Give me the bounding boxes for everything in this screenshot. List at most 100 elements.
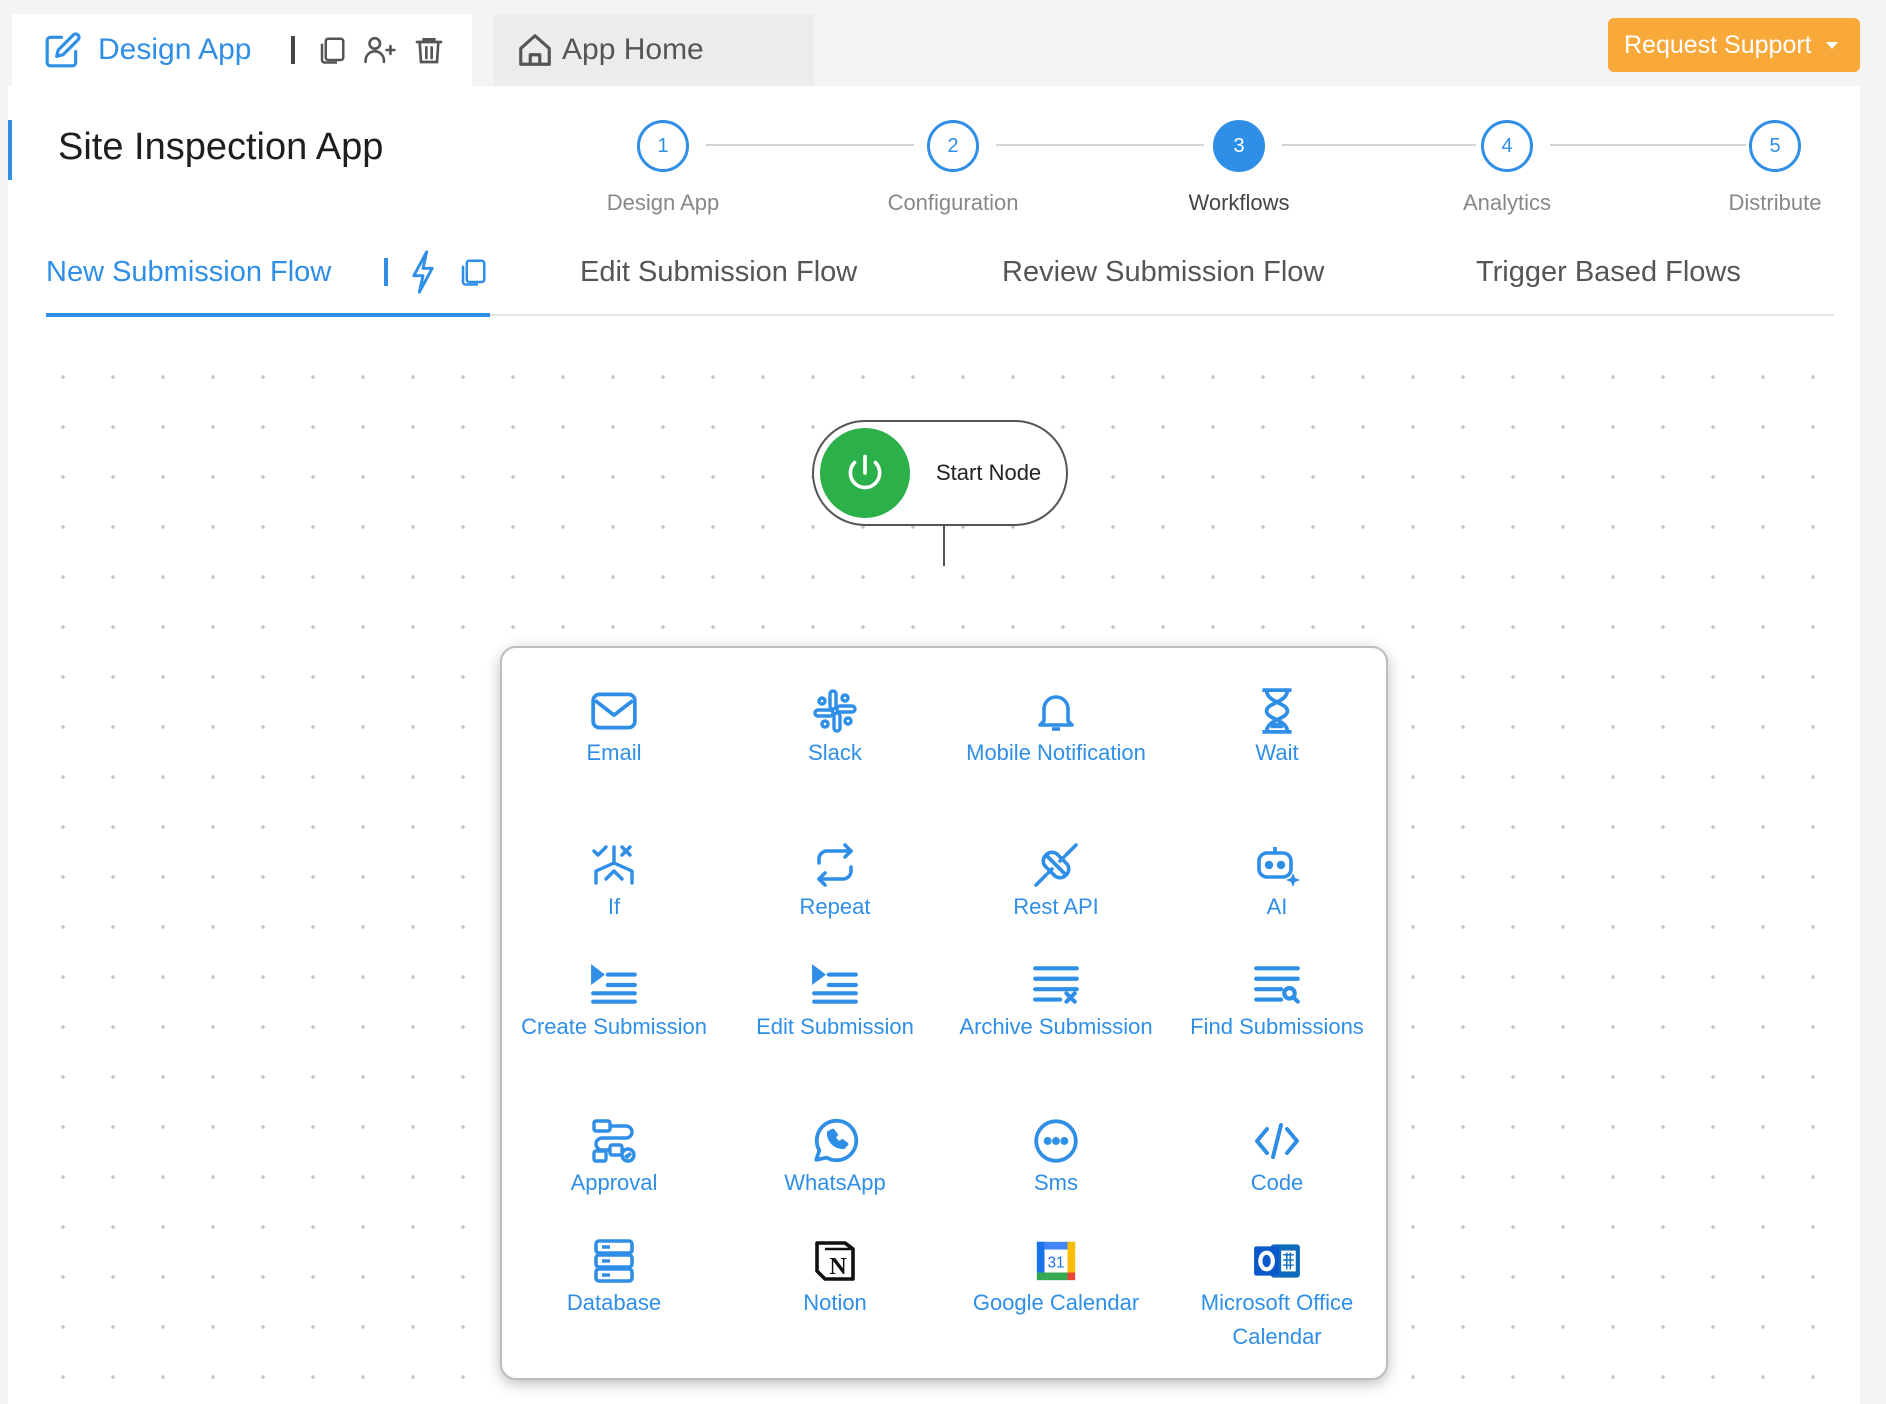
action-edit-submission[interactable]: Edit Submission (735, 960, 935, 1044)
action-archive-submission[interactable]: Archive Submission (956, 960, 1156, 1044)
action-label: Archive Submission (959, 1014, 1153, 1039)
step-analytics[interactable]: 4 Analytics (1417, 120, 1597, 216)
action-sms[interactable]: Sms (956, 1116, 1156, 1200)
step-workflows[interactable]: 3 Workflows (1149, 120, 1329, 216)
action-if[interactable]: If (514, 840, 714, 924)
action-label: Database (566, 1290, 662, 1315)
action-label: Find Submissions (1190, 1014, 1364, 1039)
trash-icon[interactable] (413, 33, 445, 67)
action-whatsapp[interactable]: WhatsApp (735, 1116, 935, 1200)
step-distribute[interactable]: 5 Distribute (1685, 120, 1865, 216)
tab-new-submission-flow[interactable]: New Submission Flow (46, 256, 331, 289)
step-configuration[interactable]: 2 Configuration (863, 120, 1043, 216)
step-design-app[interactable]: 1 Design App (573, 120, 753, 216)
action-slack[interactable]: Slack (735, 686, 935, 770)
action-database[interactable]: Database (514, 1236, 714, 1320)
action-find-submissions[interactable]: Find Submissions (1177, 960, 1377, 1044)
design-app-title: Design App (98, 33, 252, 66)
action-label: Rest API (1013, 894, 1099, 919)
action-label: Edit Submission (756, 1014, 914, 1039)
title-accent (8, 120, 12, 180)
database-icon (589, 1236, 639, 1286)
app-home-label: App Home (562, 33, 704, 66)
action-label: WhatsApp (784, 1170, 886, 1195)
action-label: Google Calendar (972, 1290, 1140, 1315)
action-rest-api[interactable]: Rest API (956, 840, 1156, 924)
lightning-icon[interactable] (410, 250, 436, 294)
action-ai[interactable]: AI (1177, 840, 1377, 924)
list-search-icon (1252, 960, 1302, 1010)
sms-icon (1031, 1116, 1081, 1166)
action-notion[interactable]: N Notion (735, 1236, 935, 1320)
copy-flow-icon[interactable] (458, 257, 488, 287)
action-email[interactable]: Email (514, 686, 714, 770)
step-number: 1 (637, 120, 689, 172)
chevron-down-icon (1825, 41, 1838, 49)
flow-tab-tools (384, 250, 488, 294)
repeat-icon (810, 840, 860, 890)
mail-icon (589, 686, 639, 736)
flow-tabs: New Submission Flow Edit Submission Flow… (46, 250, 1834, 317)
action-label: Notion (803, 1290, 867, 1315)
action-approval[interactable]: Approval (514, 1116, 714, 1200)
design-app-tab[interactable]: Design App (12, 14, 472, 86)
step-label: Distribute (1728, 190, 1822, 215)
add-user-icon[interactable] (363, 34, 397, 66)
action-label: Repeat (799, 894, 871, 919)
list-edit-icon (810, 960, 860, 1010)
action-mobile-notification[interactable]: Mobile Notification (956, 686, 1156, 770)
google-calendar-day: 31 (1047, 1255, 1064, 1272)
top-bar: Design App App Home Request Support (0, 0, 1886, 86)
condition-icon (589, 840, 639, 890)
robot-icon (1252, 840, 1302, 890)
tab-trigger-based-flows[interactable]: Trigger Based Flows (1476, 256, 1741, 289)
bell-icon (1031, 686, 1081, 736)
list-archive-icon (1031, 960, 1081, 1010)
action-label: Sms (1034, 1170, 1078, 1195)
app-home-tab[interactable]: App Home (494, 14, 814, 86)
step-number: 5 (1749, 120, 1801, 172)
action-label: AI (1266, 894, 1288, 919)
plug-icon (1031, 840, 1081, 890)
action-label: Slack (808, 740, 862, 765)
action-palette: Email Slack Mobile Notification Wait If … (500, 646, 1388, 1380)
divider (384, 258, 388, 286)
request-support-label: Request Support (1624, 30, 1812, 59)
action-label: Code (1250, 1170, 1304, 1195)
home-icon (516, 31, 554, 69)
action-label: Wait (1255, 740, 1299, 765)
step-label: Analytics (1462, 190, 1552, 215)
tab-review-submission-flow[interactable]: Review Submission Flow (1002, 256, 1324, 289)
list-create-icon (589, 960, 639, 1010)
action-label: Approval (570, 1170, 658, 1195)
request-support-button[interactable]: Request Support (1608, 18, 1860, 72)
action-label: Mobile Notification (966, 740, 1146, 765)
slack-icon (810, 686, 860, 736)
active-tab-indicator (46, 313, 490, 317)
action-label: If (607, 894, 621, 919)
copy-icon[interactable] (317, 35, 347, 65)
action-label: Microsoft Office Calendar (1200, 1290, 1354, 1349)
tab-edit-submission-flow[interactable]: Edit Submission Flow (580, 256, 857, 289)
edit-icon (44, 31, 82, 69)
step-number: 2 (927, 120, 979, 172)
hourglass-icon (1252, 686, 1302, 736)
step-number: 3 (1213, 120, 1265, 172)
action-microsoft-office-calendar[interactable]: Microsoft Office Calendar (1177, 1236, 1377, 1354)
start-node[interactable]: Start Node (812, 420, 1068, 526)
action-label: Create Submission (521, 1014, 707, 1039)
action-google-calendar[interactable]: 31 Google Calendar (956, 1236, 1156, 1320)
action-wait[interactable]: Wait (1177, 686, 1377, 770)
action-code[interactable]: Code (1177, 1116, 1377, 1200)
divider (291, 36, 296, 64)
action-repeat[interactable]: Repeat (735, 840, 935, 924)
code-icon (1252, 1116, 1302, 1166)
outlook-calendar-icon (1252, 1236, 1302, 1286)
notion-icon: N (810, 1236, 860, 1286)
whatsapp-icon (810, 1116, 860, 1166)
action-create-submission[interactable]: Create Submission (514, 960, 714, 1044)
step-label: Configuration (887, 190, 1019, 215)
google-calendar-icon: 31 (1031, 1236, 1081, 1286)
page-title: Site Inspection App (58, 126, 384, 168)
node-connector (943, 526, 945, 566)
